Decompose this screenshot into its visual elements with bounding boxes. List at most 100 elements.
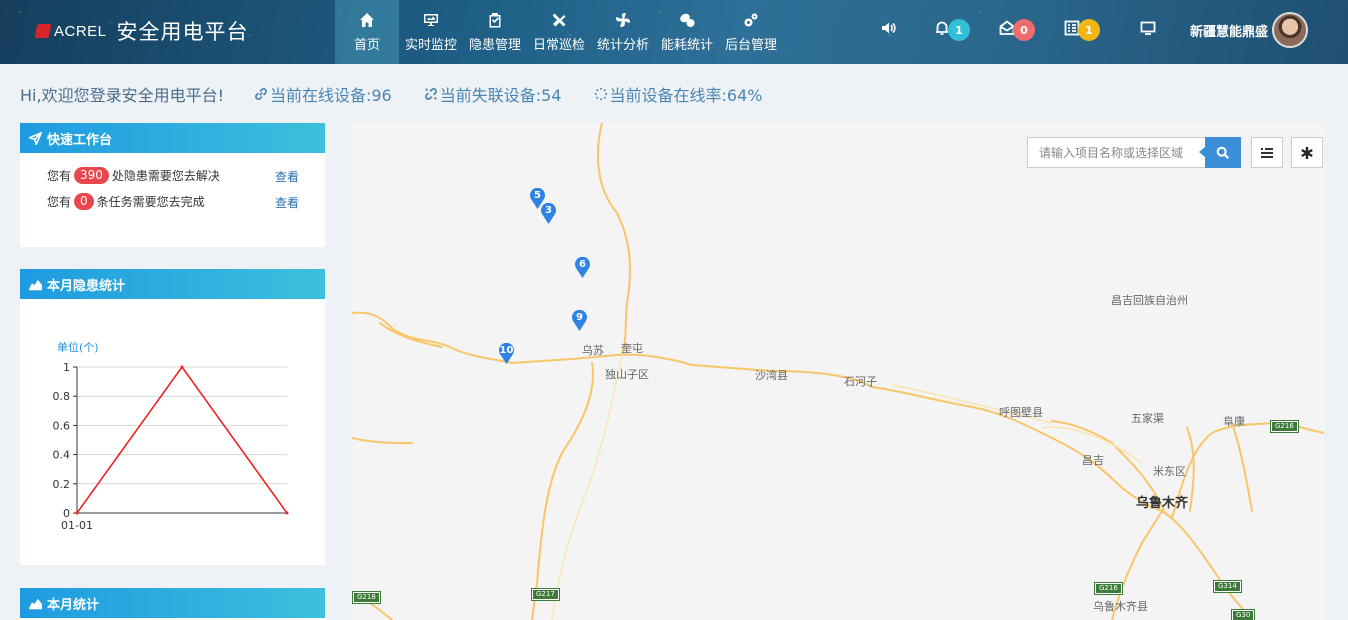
- message-badge: 0: [1013, 19, 1035, 41]
- user-name: 新疆慧能鼎盛: [1190, 24, 1269, 40]
- avatar: [1272, 12, 1309, 48]
- task-count-badge: 0: [74, 193, 94, 210]
- map-place-label: 阜康: [1223, 415, 1245, 428]
- offline-devices-text: 当前失联设备:54: [439, 86, 562, 105]
- screen-button[interactable]: [1140, 18, 1156, 42]
- panel-header: 快速工作台: [20, 123, 325, 153]
- nav-item-monitor[interactable]: 实时监控: [399, 0, 463, 64]
- map-place-label: 乌苏: [582, 344, 604, 357]
- highway-shield: G217: [531, 588, 560, 601]
- acrel-logo-icon: [34, 24, 52, 38]
- pills-icon: [679, 11, 695, 29]
- volume-button[interactable]: [881, 18, 897, 42]
- row-suffix: 处隐患需要您去解决: [111, 169, 220, 183]
- map-marker[interactable]: 10: [498, 342, 515, 364]
- message-button[interactable]: 0: [999, 18, 1035, 42]
- map-marker[interactable]: 9: [571, 309, 588, 331]
- asterisk-icon: [1301, 146, 1313, 159]
- nav-item-label: 日常巡检: [532, 38, 585, 53]
- link-icon: [255, 88, 267, 100]
- gears-icon: [743, 11, 759, 29]
- online-rate-text: 当前设备在线率:64%: [609, 86, 763, 105]
- chart-grid: [77, 366, 287, 514]
- send-icon: [29, 131, 42, 145]
- panel-title: 本月统计: [47, 597, 100, 613]
- hazard-line-chart: 单位(个) 00.20.40.60.81 01-01: [53, 340, 289, 532]
- quick-workbench-panel: 快速工作台 您有 390 处隐患需要您去解决 查看 您有 0 条任务需要您去完成…: [20, 123, 325, 247]
- volume-icon: [881, 20, 897, 40]
- nav-item-inspection[interactable]: 日常巡检: [527, 0, 591, 64]
- map-place-label: 独山子区: [605, 368, 649, 381]
- nav-item-energy[interactable]: 能耗统计: [655, 0, 719, 64]
- panel-header: 本月统计: [20, 588, 325, 618]
- display-icon: [1140, 20, 1156, 40]
- nav-item-analysis[interactable]: 统计分析: [591, 0, 655, 64]
- task-button[interactable]: 1: [1064, 18, 1100, 42]
- search-button[interactable]: [1199, 137, 1241, 168]
- map-place-label: 呼图壁县: [999, 406, 1043, 419]
- map-place-label: 昌吉回族自治州: [1111, 294, 1188, 307]
- nav-item-home[interactable]: 首页: [335, 0, 399, 64]
- y-tick-label: 0.4: [53, 449, 71, 462]
- panel-title: 快速工作台: [47, 132, 113, 148]
- user-menu[interactable]: 新疆慧能鼎盛: [1190, 12, 1309, 48]
- welcome-text: Hi,欢迎您登录安全用电平台!: [20, 86, 224, 105]
- tools-icon: [551, 11, 567, 29]
- task-badge: 1: [1078, 19, 1100, 41]
- map-place-label: 昌吉: [1082, 454, 1104, 467]
- highway-shield: G314: [1213, 580, 1242, 593]
- marker-number: 9: [576, 312, 583, 323]
- notification-badge: 1: [948, 19, 970, 41]
- marker-number: 3: [545, 205, 552, 216]
- hazard-count-badge: 390: [74, 167, 109, 184]
- highway-shield: G30: [1230, 609, 1256, 620]
- project-map[interactable]: 乌苏 奎屯 独山子区 沙湾县 石河子 昌吉回族自治州 呼图壁县 五家渠 阜康 昌…: [352, 123, 1324, 620]
- nav-item-admin[interactable]: 后台管理: [719, 0, 783, 64]
- app-title: 安全用电平台: [116, 20, 249, 44]
- highway-shield: G218: [352, 591, 381, 604]
- notification-button[interactable]: 1: [934, 18, 970, 42]
- online-rate-stat: 当前设备在线率:64%: [594, 82, 763, 106]
- y-tick-label: 0.2: [53, 478, 71, 491]
- nav-item-label: 后台管理: [724, 38, 777, 53]
- map-place-label: 米东区: [1153, 465, 1186, 478]
- nav-item-label: 首页: [353, 38, 380, 53]
- row-suffix: 条任务需要您去完成: [96, 195, 205, 209]
- map-settings-button[interactable]: [1291, 137, 1323, 168]
- data-point: [285, 511, 289, 515]
- chart-series: [75, 365, 289, 515]
- nav-item-label: 能耗统计: [660, 38, 713, 53]
- area-chart-icon: [29, 279, 42, 290]
- y-tick-label: 0.8: [53, 390, 71, 403]
- unlink-icon: [424, 88, 437, 100]
- offline-devices-stat: 当前失联设备:54: [424, 82, 562, 106]
- y-tick-label: 1: [63, 361, 70, 374]
- map-search: [1027, 137, 1241, 168]
- marker-number: 5: [534, 190, 541, 201]
- nav-item-label: 统计分析: [596, 38, 649, 53]
- nav-item-label: 隐患管理: [468, 38, 521, 53]
- panel-title: 本月隐患统计: [47, 278, 126, 294]
- spinner-icon: [594, 87, 607, 101]
- map-marker[interactable]: 6: [574, 256, 591, 278]
- logo: ACREL 安全用电平台: [34, 16, 249, 46]
- row-prefix: 您有: [47, 195, 72, 209]
- panel-header: 本月隐患统计: [20, 269, 325, 299]
- map-marker[interactable]: 3: [540, 202, 557, 224]
- main-nav: 首页 实时监控 隐患管理 日常巡检 统计分析 能耗统计 后台管理: [335, 0, 783, 64]
- view-tasks-link[interactable]: 查看: [275, 194, 299, 211]
- nav-item-hazard[interactable]: 隐患管理: [463, 0, 527, 64]
- brand-name: ACREL: [54, 22, 107, 40]
- online-devices-text: 当前在线设备:96: [269, 86, 392, 105]
- chart-unit-label: 单位(个): [57, 340, 99, 354]
- fan-icon: [615, 11, 631, 29]
- view-hazards-link[interactable]: 查看: [275, 168, 299, 185]
- map-city-label: 乌鲁木齐: [1136, 496, 1189, 511]
- clipboard-icon: [487, 11, 503, 29]
- project-search-input[interactable]: [1028, 138, 1206, 167]
- highway-shield: G216: [1094, 582, 1123, 595]
- chart-x-axis: 01-01: [61, 512, 287, 532]
- map-layer-button[interactable]: [1251, 137, 1283, 168]
- hazard-todo-row: 您有 390 处隐患需要您去解决: [47, 167, 220, 184]
- area-chart-icon: [29, 598, 42, 609]
